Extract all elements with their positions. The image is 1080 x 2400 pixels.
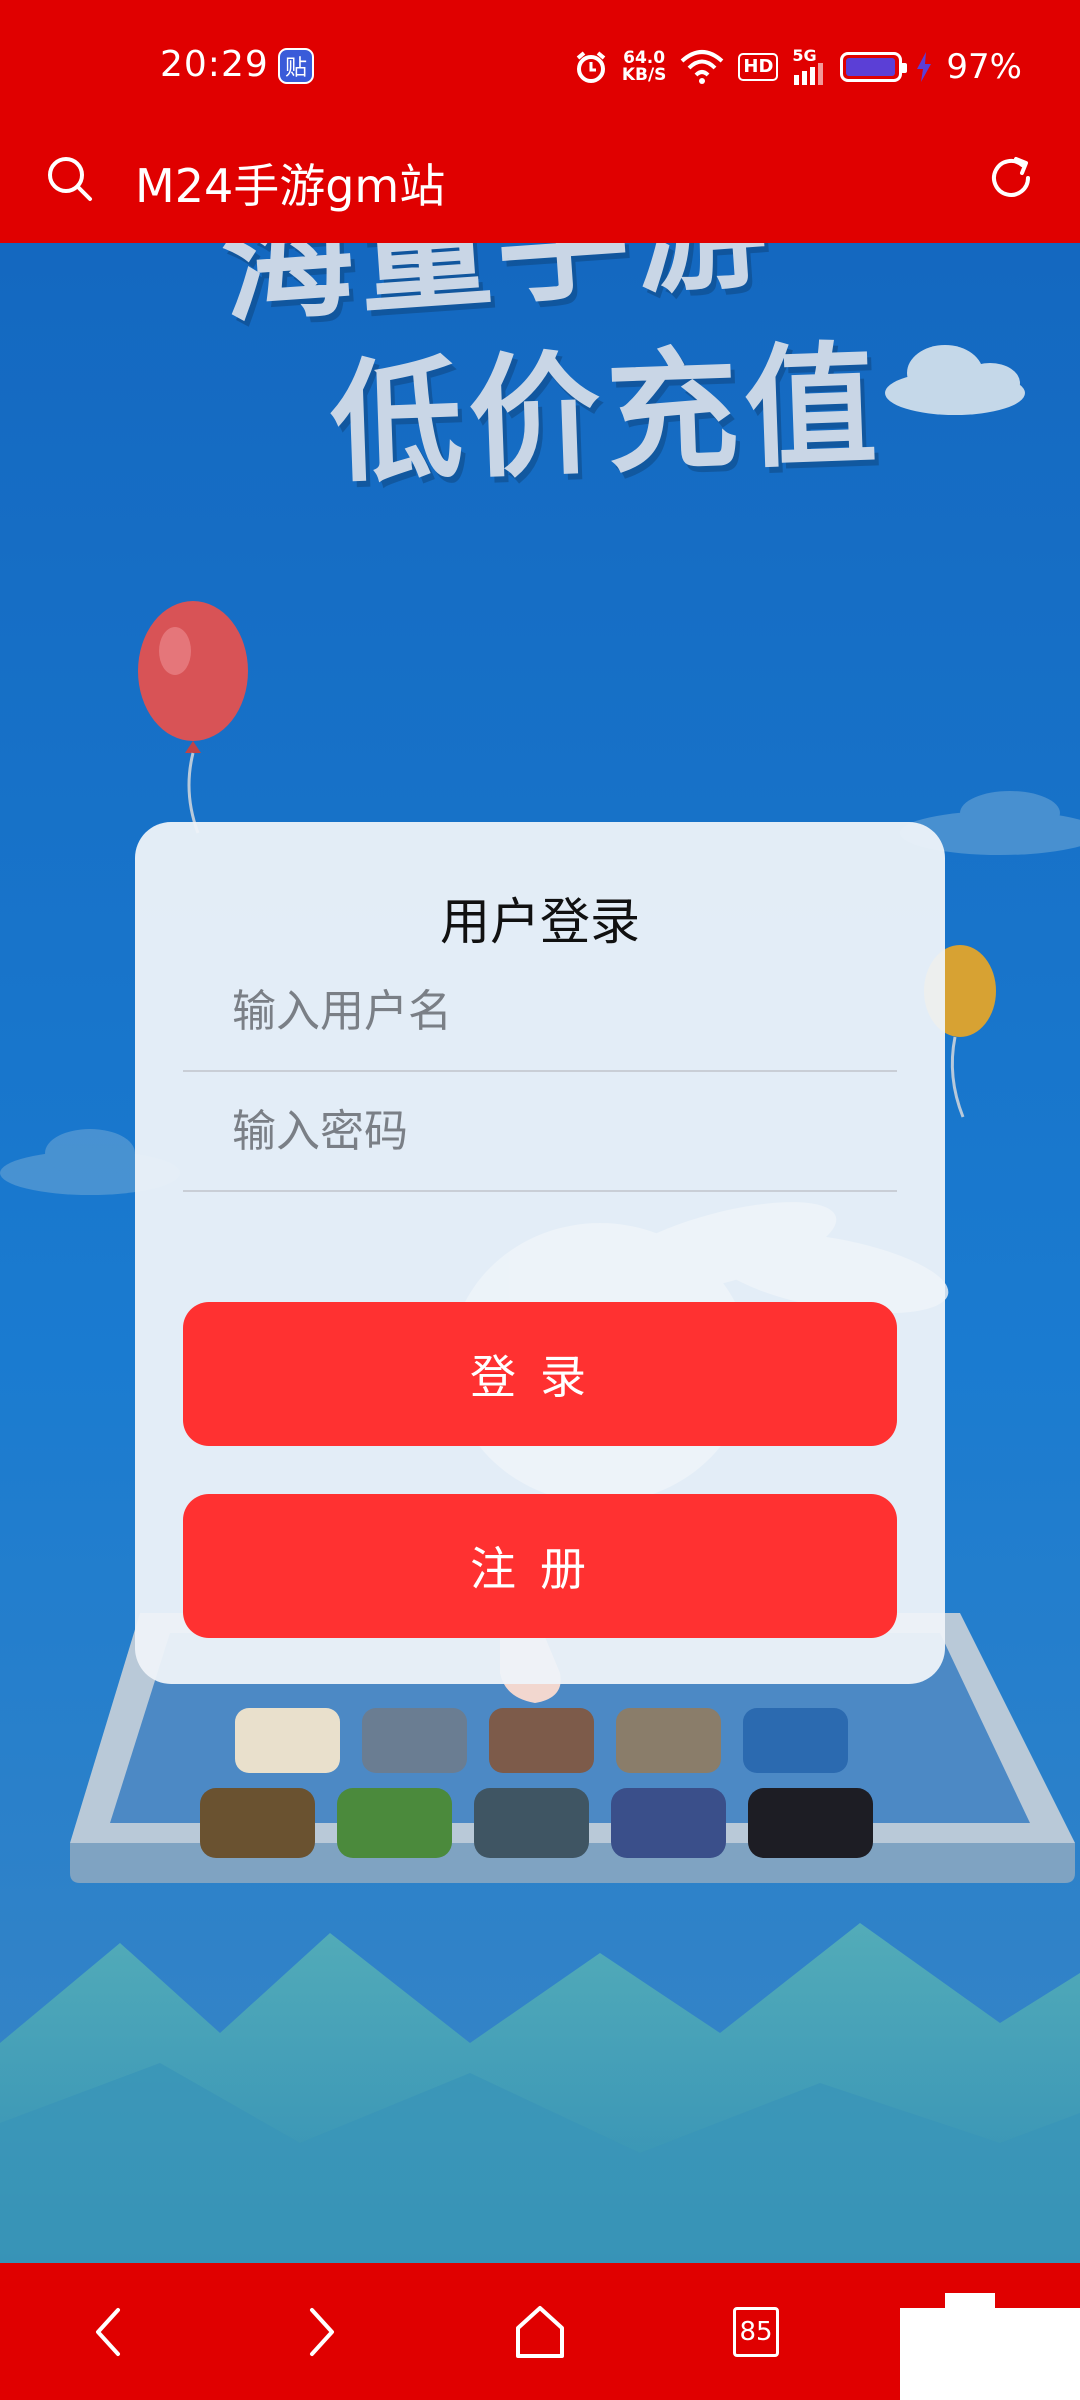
login-button[interactable]: 登录 xyxy=(183,1302,897,1446)
app-header: M24手游gm站 xyxy=(0,135,1080,243)
page-title: M24手游gm站 xyxy=(135,159,446,213)
password-field[interactable] xyxy=(183,1072,897,1192)
network-speed-unit: KB/S xyxy=(621,65,667,85)
signal-label: 5G xyxy=(792,46,817,65)
signal-bars-icon xyxy=(794,63,824,85)
wifi-icon xyxy=(681,50,724,84)
battery-level xyxy=(846,58,895,76)
home-button[interactable] xyxy=(480,2263,600,2400)
tabs-count: 85 xyxy=(733,2306,779,2357)
refresh-icon[interactable] xyxy=(986,153,1036,203)
chevron-left-icon xyxy=(96,2307,120,2356)
network-speed: 64.0 KB/S xyxy=(622,50,667,84)
overlay-patch xyxy=(900,2308,1080,2400)
screen: 海量手游 低价充值 20:29 贴 64.0 KB/S HD 5G 97% M2… xyxy=(0,0,1080,2400)
status-indicators: 64.0 KB/S HD 5G 97% xyxy=(574,44,1022,90)
login-title: 用户登录 xyxy=(440,893,640,951)
status-bar: 20:29 贴 64.0 KB/S HD 5G 97% xyxy=(0,0,1080,135)
status-time: 20:29 xyxy=(160,44,269,85)
banner-headline-2: 低价充值 xyxy=(327,328,885,502)
chevron-right-icon xyxy=(310,2307,334,2356)
register-button[interactable]: 注册 xyxy=(183,1494,897,1638)
forward-button[interactable] xyxy=(262,2263,382,2400)
back-button[interactable] xyxy=(48,2263,168,2400)
search-icon[interactable] xyxy=(44,153,94,203)
home-icon xyxy=(516,2305,564,2358)
cell-signal: 5G xyxy=(792,46,826,85)
username-field[interactable] xyxy=(183,952,897,1072)
notification-app-icon: 贴 xyxy=(278,48,314,84)
username-input[interactable] xyxy=(183,952,897,1070)
battery-percent: 97% xyxy=(946,47,1022,87)
password-input[interactable] xyxy=(183,1072,897,1190)
charging-icon xyxy=(917,52,932,82)
hd-badge: HD xyxy=(738,53,779,81)
alarm-icon xyxy=(576,51,606,83)
tabs-button[interactable]: 85 xyxy=(696,2263,816,2400)
battery-icon xyxy=(840,52,908,82)
bottom-nav: 85 xyxy=(0,2263,1080,2400)
